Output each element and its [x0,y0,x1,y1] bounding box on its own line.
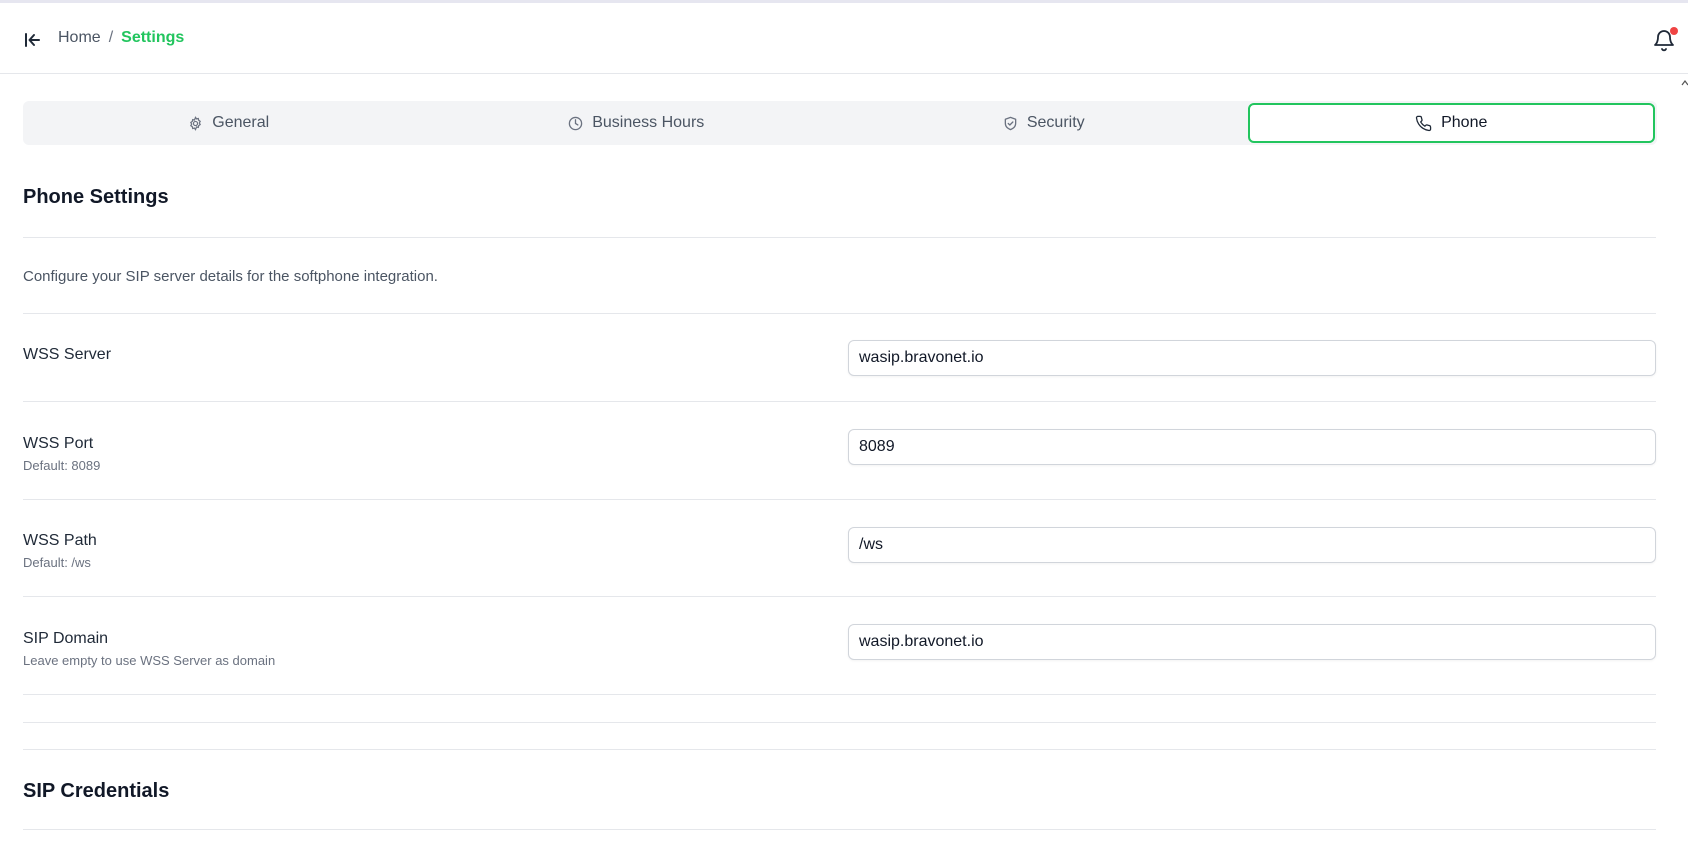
collapse-left-icon [25,33,40,47]
sip-credentials-title: SIP Credentials [23,780,170,802]
divider [23,829,1656,830]
tab-general-label: General [212,114,270,131]
gear-icon [190,115,202,131]
wss-path-label: WSS Path [23,532,97,549]
clock-icon [568,116,583,130]
breadcrumb: Home / Settings [58,29,184,47]
sip-domain-help: Leave empty to use WSS Server as domain [23,653,276,668]
shield-icon [1004,116,1017,130]
phone-settings-title: Phone Settings [23,186,169,208]
notifications-button[interactable] [1652,27,1678,55]
tab-phone-label: Phone [1441,114,1488,131]
wss-path-help: Default: /ws [23,555,91,570]
wss-port-input[interactable] [848,429,1656,465]
phone-settings-description: Configure your SIP server details for th… [23,268,438,285]
scrollbar-up-arrow[interactable] [1681,78,1688,88]
sip-domain-label: SIP Domain [23,630,109,647]
divider [23,401,1656,402]
wss-server-label: WSS Server [23,346,112,363]
wss-port-help: Default: 8089 [23,458,101,473]
divider [23,749,1656,750]
divider [23,722,1656,723]
divider [23,694,1656,695]
divider [23,499,1656,500]
phone-icon [1415,115,1432,131]
collapse-sidebar-button[interactable] [20,28,44,52]
breadcrumb-current-page: Settings [121,29,185,46]
sip-domain-input[interactable] [848,624,1656,660]
breadcrumb-home-link[interactable]: Home [58,29,101,47]
breadcrumb-separator: / [108,29,114,46]
tab-security-label: Security [1026,114,1085,131]
wss-path-input[interactable] [848,527,1656,563]
notification-badge [1670,27,1678,35]
tab-security[interactable]: Security [840,103,1248,143]
divider [23,237,1656,238]
divider [23,313,1656,314]
tab-business-hours[interactable]: Business Hours [433,103,841,143]
top-header: Home / Settings [0,3,1688,74]
wss-port-label: WSS Port [23,435,94,452]
tab-business-hours-label: Business Hours [592,114,705,131]
divider [23,596,1656,597]
wss-server-input[interactable] [848,340,1656,376]
tab-phone[interactable]: Phone [1247,103,1655,143]
tab-general[interactable]: General [25,103,433,143]
settings-tabs: General Business Hours Security Phone [23,101,1657,145]
